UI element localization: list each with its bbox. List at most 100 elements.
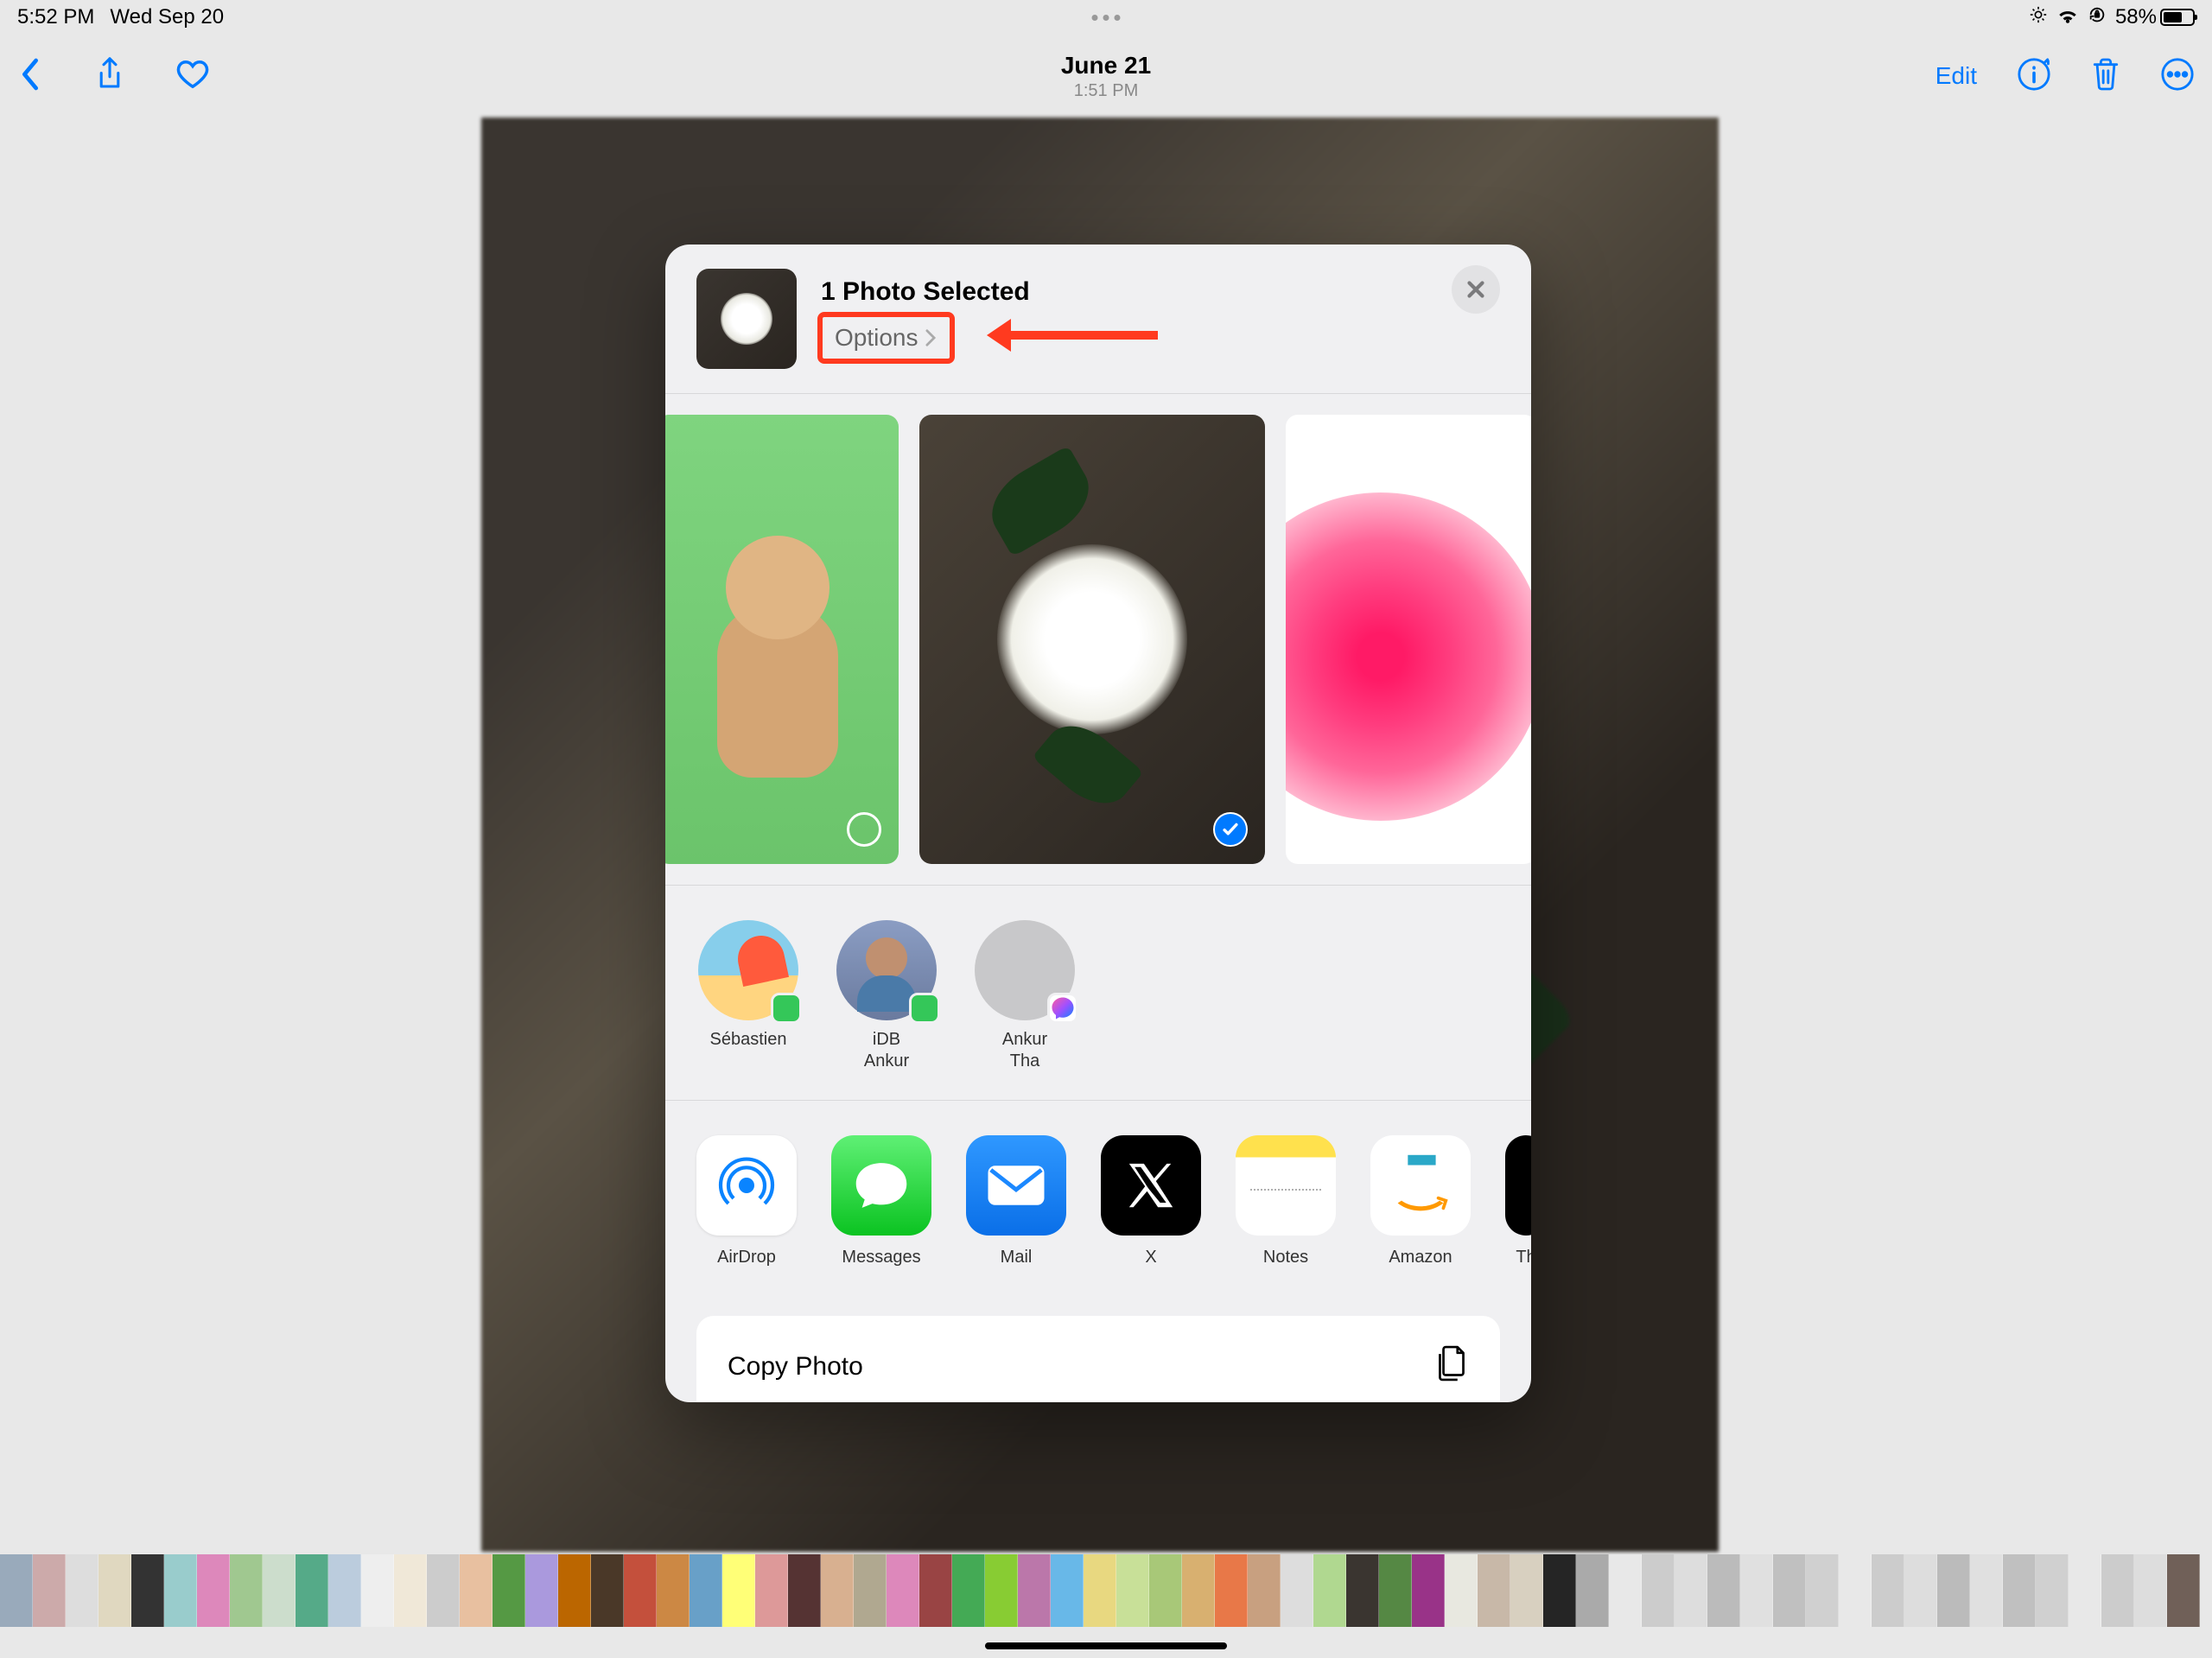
filmstrip-thumb[interactable] [493,1554,525,1627]
filmstrip-thumb[interactable] [624,1554,657,1627]
filmstrip-thumb[interactable] [690,1554,722,1627]
filmstrip-thumb[interactable] [1740,1554,1773,1627]
filmstrip-thumb[interactable] [2003,1554,2036,1627]
filmstrip-thumb[interactable] [821,1554,854,1627]
filmstrip-thumb[interactable] [1839,1554,1872,1627]
filmstrip-thumb[interactable] [394,1554,427,1627]
app-mail[interactable]: Mail [966,1135,1066,1267]
filmstrip-thumb[interactable] [1346,1554,1379,1627]
filmstrip-thumb[interactable] [887,1554,919,1627]
home-indicator[interactable] [985,1642,1227,1649]
filmstrip-thumb[interactable] [263,1554,296,1627]
filmstrip-thumb[interactable] [427,1554,460,1627]
contact-item[interactable]: Ankur Tha [973,920,1077,1072]
filmstrip-thumb[interactable] [99,1554,131,1627]
app-more[interactable]: Th [1505,1135,1531,1267]
filmstrip-thumb[interactable] [328,1554,361,1627]
filmstrip-thumb[interactable] [1478,1554,1510,1627]
info-button[interactable] [2017,57,2051,96]
filmstrip-thumb[interactable] [460,1554,493,1627]
app-x[interactable]: X [1101,1135,1201,1267]
app-label: X [1145,1248,1156,1267]
share-apps-row[interactable]: AirDrop Messages Mail X Notes [665,1101,1531,1295]
app-airdrop[interactable]: AirDrop [696,1135,797,1267]
filmstrip-thumb[interactable] [854,1554,887,1627]
filmstrip-thumb[interactable] [919,1554,952,1627]
filmstrip-thumb[interactable] [722,1554,755,1627]
filmstrip-thumb[interactable] [361,1554,394,1627]
filmstrip-thumb[interactable] [788,1554,821,1627]
multitask-dots[interactable] [1092,15,1121,21]
filmstrip-thumb[interactable] [985,1554,1018,1627]
filmstrip-thumb[interactable] [0,1554,33,1627]
share-button[interactable] [95,56,124,97]
back-button[interactable] [17,57,43,96]
filmstrip-thumb[interactable] [755,1554,788,1627]
filmstrip-thumb[interactable] [1412,1554,1445,1627]
filmstrip-thumb[interactable] [1149,1554,1182,1627]
filmstrip-thumb[interactable] [1576,1554,1609,1627]
filmstrip-thumb[interactable] [952,1554,985,1627]
filmstrip-thumb[interactable] [1707,1554,1740,1627]
filmstrip-thumb[interactable] [1379,1554,1412,1627]
filmstrip-thumb[interactable] [657,1554,690,1627]
copy-photo-action[interactable]: Copy Photo [696,1316,1500,1402]
filmstrip-thumb[interactable] [2036,1554,2069,1627]
filmstrip-thumb[interactable] [1018,1554,1051,1627]
filmstrip-thumb[interactable] [1248,1554,1281,1627]
filmstrip-thumb[interactable] [1675,1554,1707,1627]
filmstrip-thumb[interactable] [558,1554,591,1627]
filmstrip-thumb[interactable] [131,1554,164,1627]
filmstrip-thumb[interactable] [2134,1554,2167,1627]
filmstrip-thumb[interactable] [1806,1554,1839,1627]
photo-item[interactable] [665,415,899,864]
more-button[interactable] [2160,57,2195,96]
options-button[interactable]: Options [821,315,951,360]
app-amazon[interactable]: Amazon [1370,1135,1471,1267]
close-icon [1465,279,1486,300]
filmstrip-thumb[interactable] [1970,1554,2003,1627]
filmstrip-thumb[interactable] [2101,1554,2134,1627]
app-notes[interactable]: Notes [1236,1135,1336,1267]
filmstrip-thumb[interactable] [164,1554,197,1627]
filmstrip-thumb[interactable] [1510,1554,1543,1627]
photo-selection-strip[interactable] [665,394,1531,886]
filmstrip-thumb[interactable] [2069,1554,2101,1627]
filmstrip-thumb[interactable] [1642,1554,1675,1627]
app-messages[interactable]: Messages [831,1135,931,1267]
filmstrip-thumb[interactable] [197,1554,230,1627]
filmstrip-thumb[interactable] [525,1554,558,1627]
filmstrip-thumb[interactable] [1609,1554,1642,1627]
selection-badge-checked[interactable] [1213,812,1248,847]
wifi-icon [2056,5,2079,29]
filmstrip-thumb[interactable] [1116,1554,1149,1627]
filmstrip-thumb[interactable] [1904,1554,1937,1627]
filmstrip-thumb[interactable] [33,1554,66,1627]
contact-item[interactable]: Sébastien [696,920,800,1072]
photo-item[interactable] [1286,415,1531,864]
filmstrip-thumb[interactable] [1313,1554,1346,1627]
filmstrip-thumb[interactable] [66,1554,99,1627]
filmstrip-thumb[interactable] [1051,1554,1084,1627]
filmstrip-thumb[interactable] [1773,1554,1806,1627]
filmstrip-thumb[interactable] [1937,1554,1970,1627]
filmstrip-thumb[interactable] [1215,1554,1248,1627]
trash-button[interactable] [2091,57,2120,96]
filmstrip-thumb[interactable] [1281,1554,1313,1627]
photo-filmstrip[interactable] [0,1554,2212,1627]
filmstrip-thumb[interactable] [2167,1554,2200,1627]
favorite-button[interactable] [176,59,209,94]
filmstrip-thumb[interactable] [1084,1554,1116,1627]
filmstrip-thumb[interactable] [1445,1554,1478,1627]
filmstrip-thumb[interactable] [296,1554,328,1627]
edit-button[interactable]: Edit [1936,62,1977,90]
filmstrip-thumb[interactable] [1182,1554,1215,1627]
selection-badge-empty[interactable] [847,812,881,847]
photo-item[interactable] [919,415,1265,864]
filmstrip-thumb[interactable] [230,1554,263,1627]
contact-item[interactable]: iDB Ankur [835,920,938,1072]
filmstrip-thumb[interactable] [1543,1554,1576,1627]
close-button[interactable] [1452,265,1500,314]
filmstrip-thumb[interactable] [591,1554,624,1627]
filmstrip-thumb[interactable] [1872,1554,1904,1627]
